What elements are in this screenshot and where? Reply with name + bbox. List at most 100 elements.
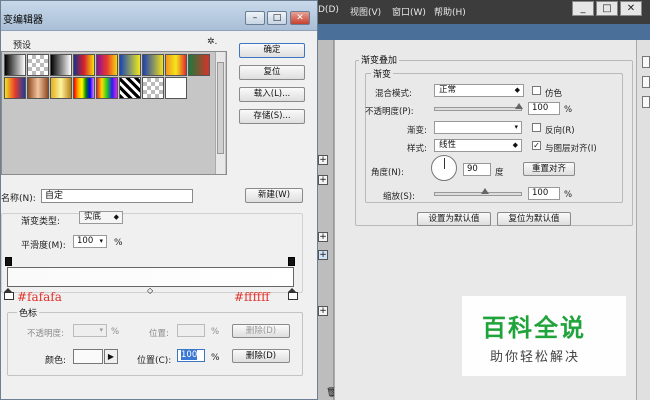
- stop-location-input-disabled: [177, 324, 205, 337]
- menu-item-view[interactable]: 视图(V): [350, 5, 381, 18]
- stop-location-label-disabled: 位置:: [149, 329, 169, 339]
- stop-location-unit-disabled: %: [211, 327, 220, 337]
- angle-dial[interactable]: [431, 155, 457, 181]
- dither-label: 仿色: [545, 89, 563, 99]
- stop-location-input[interactable]: 100: [177, 349, 205, 362]
- gradient-ramp[interactable]: [7, 267, 294, 287]
- opacity-slider[interactable]: [434, 107, 522, 111]
- watermark: 百科全说 助你轻松解决: [462, 296, 626, 376]
- dialog-minimize-button[interactable]: –: [245, 11, 265, 25]
- style-label: 样式:: [407, 144, 427, 154]
- preset-swatch[interactable]: [119, 77, 141, 99]
- reset-button[interactable]: 复位: [239, 65, 305, 80]
- opacity-slider-thumb[interactable]: [515, 103, 523, 109]
- watermark-subtitle: 助你轻松解决: [490, 350, 581, 365]
- preset-swatch[interactable]: [96, 77, 118, 99]
- stops-group: [7, 312, 303, 376]
- right-edge-button[interactable]: [642, 76, 650, 88]
- preset-swatch[interactable]: [4, 54, 26, 76]
- preset-swatch[interactable]: [165, 54, 187, 76]
- save-button[interactable]: 存储(S)...: [239, 109, 305, 124]
- preset-swatch[interactable]: [119, 54, 141, 76]
- stop-opacity-label: 不透明度:: [27, 329, 64, 339]
- subgroup-title: 渐变: [371, 67, 394, 80]
- opacity-stop-left[interactable]: [5, 257, 12, 266]
- right-edge-button[interactable]: [642, 96, 650, 108]
- presets-grid: [1, 51, 227, 175]
- close-button[interactable]: ✕: [620, 1, 642, 16]
- add-effect-plus-icon[interactable]: +: [318, 306, 328, 316]
- preset-swatch[interactable]: [142, 54, 164, 76]
- minimize-button[interactable]: _: [572, 1, 594, 16]
- scale-slider[interactable]: [434, 192, 522, 196]
- midpoint-diamond-icon[interactable]: ◇: [147, 286, 153, 295]
- preset-swatch[interactable]: [96, 54, 118, 76]
- preset-swatch[interactable]: [4, 77, 26, 99]
- add-effect-plus-icon[interactable]: +: [318, 250, 328, 260]
- color-stop-left[interactable]: [4, 288, 14, 300]
- name-input[interactable]: 自定: [41, 189, 193, 203]
- smoothness-unit: %: [114, 238, 123, 248]
- preset-swatch[interactable]: [73, 77, 95, 99]
- opacity-unit: %: [564, 105, 573, 115]
- angle-unit: 度: [495, 168, 504, 178]
- gradient-type-select[interactable]: 实底 ◆: [79, 211, 123, 224]
- opacity-label: 不透明度(P):: [365, 107, 414, 117]
- blend-mode-select[interactable]: 正常 ◆: [434, 84, 524, 97]
- preset-swatch[interactable]: [165, 77, 187, 99]
- gradient-picker[interactable]: ▾: [434, 121, 522, 134]
- chevron-down-icon: ◆: [514, 86, 520, 94]
- angle-input[interactable]: 90: [463, 163, 491, 176]
- right-edge-button[interactable]: [642, 56, 650, 68]
- stop-color-swatch[interactable]: [73, 349, 103, 364]
- set-default-button[interactable]: 设置为默认值: [417, 212, 491, 226]
- group-title: 渐变叠加: [359, 53, 400, 66]
- gear-icon[interactable]: ✲.: [207, 37, 217, 47]
- gradient-editor-dialog: 变编辑器 – □ ✕ 预设 ✲. 确定 复位 载入(L)... 存储(S)...…: [0, 0, 318, 400]
- preset-swatch[interactable]: [188, 54, 210, 76]
- stop-opacity-input: ▾: [73, 324, 107, 337]
- dither-checkbox[interactable]: [532, 86, 541, 95]
- menu-item-d[interactable]: D(D): [318, 5, 339, 15]
- preset-swatch[interactable]: [142, 77, 164, 99]
- stop-location-unit: %: [211, 353, 220, 363]
- add-effect-plus-icon[interactable]: +: [318, 175, 328, 185]
- delete-color-stop-button[interactable]: 删除(D): [232, 349, 290, 363]
- chevron-down-icon: ▾: [514, 123, 518, 131]
- reverse-label: 反向(R): [545, 126, 575, 136]
- align-with-layer-checkbox[interactable]: ✓: [532, 141, 541, 150]
- smoothness-label: 平滑度(M):: [21, 241, 66, 251]
- preset-swatch[interactable]: [27, 77, 49, 99]
- add-effect-plus-icon[interactable]: +: [318, 232, 328, 242]
- reset-default-button[interactable]: 复位为默认值: [497, 212, 571, 226]
- scrollbar-thumb[interactable]: [217, 62, 224, 154]
- load-button[interactable]: 载入(L)...: [239, 87, 305, 102]
- ok-button[interactable]: 确定: [239, 43, 305, 58]
- play-arrow-icon[interactable]: ▶: [104, 349, 118, 364]
- add-effect-plus-icon[interactable]: +: [318, 155, 328, 165]
- opacity-stop-right[interactable]: [288, 257, 295, 266]
- new-button[interactable]: 新建(W): [245, 188, 303, 203]
- reset-alignment-button[interactable]: 重置对齐: [523, 162, 575, 176]
- preset-swatch[interactable]: [50, 54, 72, 76]
- reverse-checkbox[interactable]: [532, 123, 541, 132]
- preset-swatch[interactable]: [73, 54, 95, 76]
- gradient-label: 渐变:: [407, 126, 427, 136]
- presets-label: 预设: [13, 41, 32, 51]
- scale-label: 缩放(S):: [383, 192, 415, 202]
- dialog-maximize-button[interactable]: □: [267, 11, 287, 25]
- menu-item-help[interactable]: 帮助(H): [434, 5, 466, 18]
- presets-scrollbar[interactable]: [215, 52, 225, 174]
- dialog-close-button[interactable]: ✕: [290, 11, 310, 25]
- smoothness-input[interactable]: 100 ▾: [73, 235, 107, 248]
- preset-swatch[interactable]: [50, 77, 72, 99]
- dialog-titlebar[interactable]: 变编辑器 – □ ✕: [1, 1, 317, 31]
- scale-input[interactable]: 100: [528, 187, 560, 200]
- scale-slider-thumb[interactable]: [481, 188, 489, 194]
- preset-swatch[interactable]: [27, 54, 49, 76]
- opacity-input[interactable]: 100: [528, 102, 560, 115]
- menu-item-window[interactable]: 窗口(W): [392, 5, 426, 18]
- maximize-button[interactable]: □: [596, 1, 618, 16]
- style-select[interactable]: 线性 ◆: [434, 139, 522, 152]
- color-stop-right-selected[interactable]: [288, 288, 298, 300]
